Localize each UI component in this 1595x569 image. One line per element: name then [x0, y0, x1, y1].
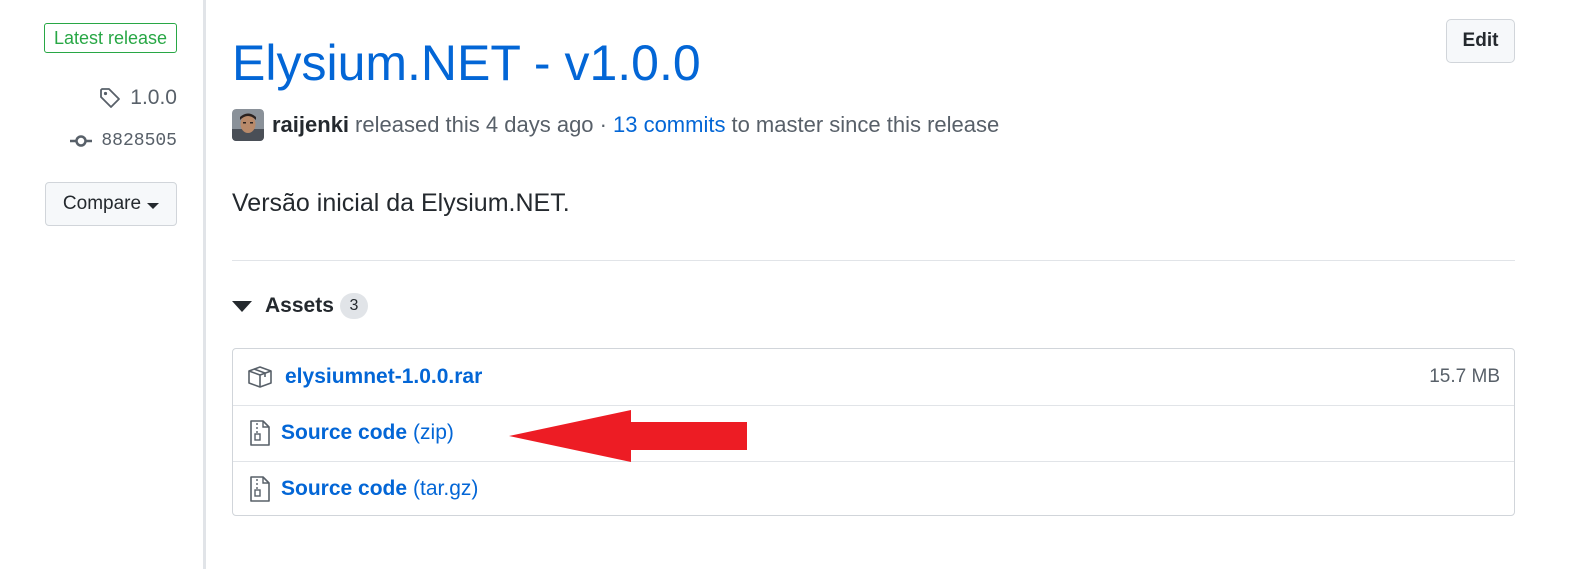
tag-link[interactable]: 1.0.0: [98, 84, 177, 112]
commit-sha: 8828505: [101, 131, 177, 151]
release-description: Versão inicial da Elysium.NET.: [232, 189, 570, 217]
divider: [232, 260, 1515, 261]
asset-size: 15.7 MB: [1429, 365, 1500, 387]
compare-label: Compare: [62, 193, 142, 214]
assets-toggle[interactable]: Assets 3: [232, 290, 368, 322]
package-icon: [248, 365, 272, 388]
zip-format-label: (zip): [413, 421, 454, 444]
assets-label: Assets: [265, 294, 334, 317]
commit-link[interactable]: 8828505: [69, 128, 177, 154]
released-text: released this 4 days ago ·: [355, 112, 607, 137]
latest-release-badge: Latest release: [44, 23, 177, 53]
git-commit-icon: [70, 135, 93, 147]
commits-link[interactable]: 13 commits: [613, 112, 725, 138]
compare-button[interactable]: Compare: [45, 182, 177, 226]
author-name[interactable]: raijenki: [272, 112, 349, 138]
tag-icon: [100, 88, 121, 108]
release-title[interactable]: Elysium.NET - v1.0.0: [232, 30, 701, 96]
asset-row: elysiumnet-1.0.0.rar 15.7 MB: [233, 349, 1514, 404]
file-zip-icon: [250, 476, 270, 502]
asset-link[interactable]: elysiumnet-1.0.0.rar: [285, 365, 482, 389]
commits-suffix: to master since this release: [731, 112, 1000, 137]
tag-name: 1.0.0: [130, 86, 177, 109]
source-zip-link[interactable]: Source code (zip): [281, 421, 454, 445]
caret-down-icon: [147, 202, 160, 209]
source-code-label: Source code: [281, 477, 408, 500]
triangle-down-icon: [232, 300, 252, 312]
release-sidebar: Latest release 1.0.0 8828505 Compare: [0, 0, 205, 569]
assets-count: 3: [339, 293, 368, 319]
source-targz-link[interactable]: Source code (tar.gz): [281, 477, 478, 501]
release-main: Elysium.NET - v1.0.0 Edit raijenki relea…: [232, 0, 1515, 569]
targz-format-label: (tar.gz): [413, 477, 479, 500]
edit-button[interactable]: Edit: [1446, 19, 1515, 63]
asset-row: Source code (tar.gz): [233, 461, 1514, 516]
assets-list: elysiumnet-1.0.0.rar 15.7 MB Source code…: [232, 348, 1515, 516]
asset-row: Source code (zip): [233, 405, 1514, 460]
file-zip-icon: [250, 420, 270, 446]
source-code-label: Source code: [281, 421, 408, 444]
release-meta: raijenki released this 4 days ago · 13 c…: [232, 108, 999, 142]
timeline-divider: [203, 0, 206, 569]
avatar[interactable]: [232, 109, 264, 141]
